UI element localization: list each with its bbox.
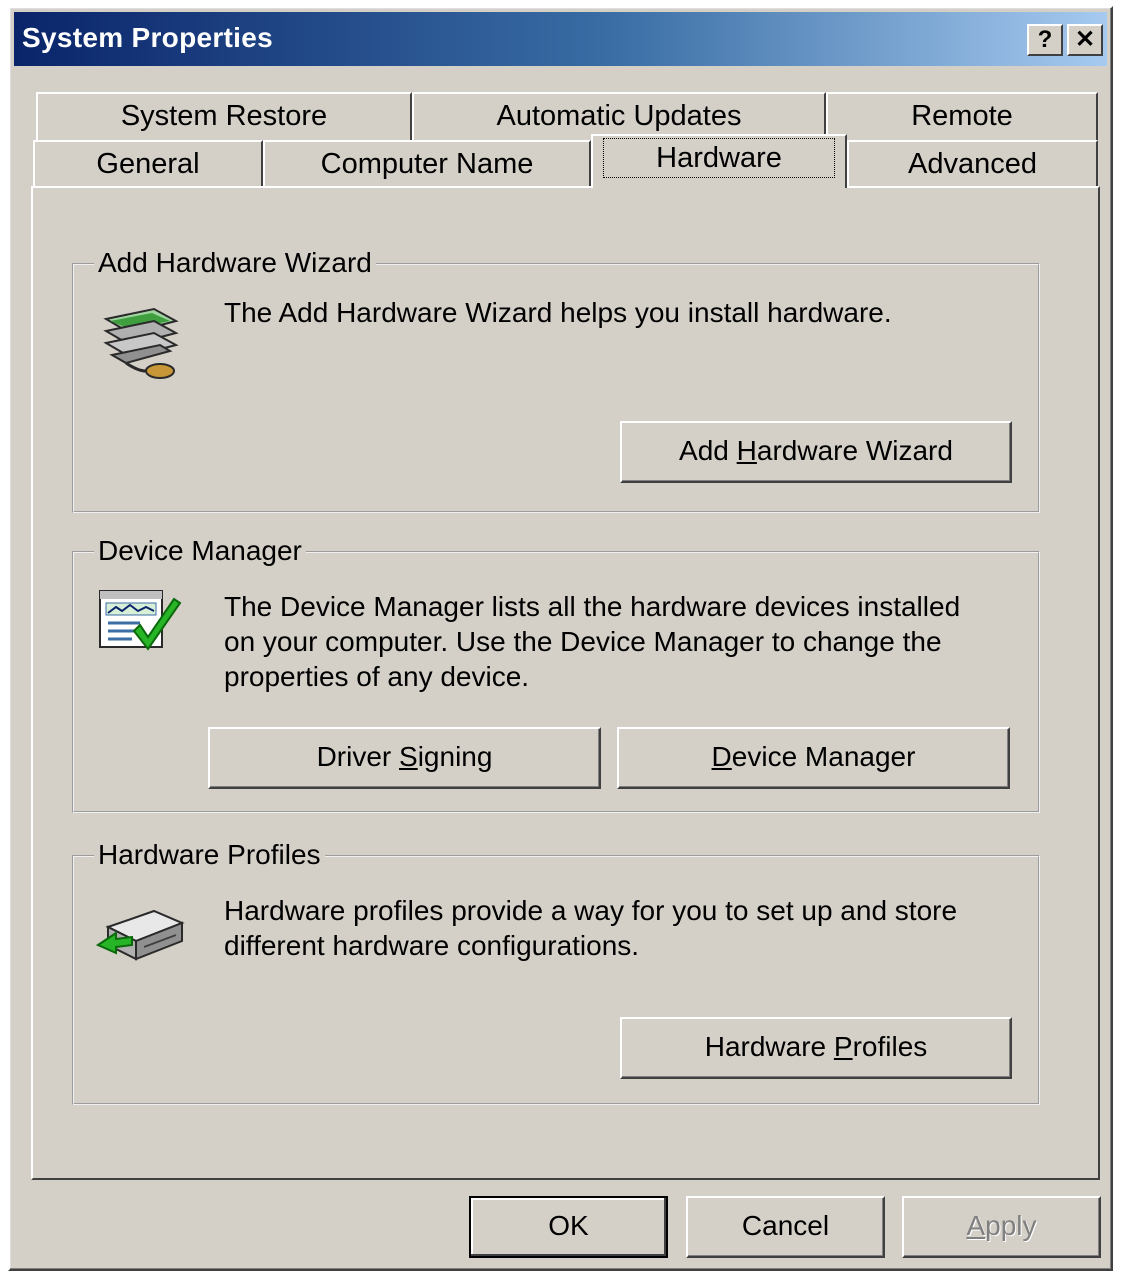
add-hardware-wizard-button[interactable]: Add Hardware Wizard <box>620 421 1012 483</box>
device-manager-button[interactable]: Device Manager <box>617 727 1010 789</box>
cancel-button[interactable]: Cancel <box>686 1196 885 1258</box>
button-label-mnemonic: A <box>966 1210 986 1241</box>
description-line: Hardware profiles provide a way for you … <box>224 895 958 926</box>
tab-label: Advanced <box>908 148 1037 180</box>
tab-label: Automatic Updates <box>496 100 742 132</box>
device-manager-description: The Device Manager lists all the hardwar… <box>224 589 960 694</box>
button-label-post: rofiles <box>852 1031 928 1062</box>
button-label-mnemonic: P <box>833 1031 853 1062</box>
window-title: System Properties <box>22 22 273 53</box>
apply-button[interactable]: Apply <box>902 1196 1101 1258</box>
description-line: on your computer. Use the Device Manager… <box>224 626 942 657</box>
tab-remote[interactable]: Remote <box>826 92 1098 140</box>
button-label-pre: Driver <box>316 741 400 772</box>
button-label-post: ardware Wizard <box>756 435 953 466</box>
tab-automatic-updates[interactable]: Automatic Updates <box>412 92 826 140</box>
group-legend: Add Hardware Wizard <box>94 247 376 279</box>
button-label-pre: Add <box>679 435 737 466</box>
hardware-profiles-group: Hardware Profiles Hardware profiles prov… <box>72 839 1040 1105</box>
tab-computer-name[interactable]: Computer Name <box>263 140 591 188</box>
button-label-post: pply <box>985 1210 1037 1241</box>
button-label: Cancel <box>741 1210 830 1241</box>
button-label-post: evice Manager <box>731 741 916 772</box>
close-icon: ✕ <box>1074 26 1096 53</box>
button-label-mnemonic: H <box>736 435 757 466</box>
device-manager-icon <box>99 590 182 651</box>
button-label: OK <box>548 1210 589 1241</box>
close-button[interactable]: ✕ <box>1067 24 1103 56</box>
device-manager-group: Device Manager The Device Manager lists … <box>72 535 1040 813</box>
help-icon: ? <box>1037 26 1053 53</box>
hardware-profiles-description: Hardware profiles provide a way for you … <box>224 893 957 963</box>
tab-label: Computer Name <box>320 148 534 180</box>
ok-button[interactable]: OK <box>469 1196 668 1258</box>
add-hardware-description: The Add Hardware Wizard helps you instal… <box>224 297 892 328</box>
description-line: The Device Manager lists all the hardwar… <box>224 591 961 622</box>
tab-general[interactable]: General <box>33 140 263 188</box>
tab-label: General <box>96 148 200 180</box>
group-legend: Hardware Profiles <box>94 839 325 871</box>
tab-label: Hardware <box>603 138 835 178</box>
tab-hardware[interactable]: Hardware <box>591 134 847 188</box>
button-label-mnemonic: S <box>399 741 418 772</box>
description-line: different hardware configurations. <box>224 930 640 961</box>
hardware-profiles-button[interactable]: Hardware Profiles <box>620 1017 1012 1079</box>
driver-signing-button[interactable]: Driver Signing <box>208 727 601 789</box>
tab-label: Remote <box>911 100 1013 132</box>
tab-system-restore[interactable]: System Restore <box>36 92 412 140</box>
help-button[interactable]: ? <box>1027 24 1063 56</box>
title-bar[interactable]: System Properties ? ✕ <box>14 12 1107 66</box>
group-legend: Device Manager <box>94 535 306 567</box>
button-label-post: igning <box>417 741 493 772</box>
description-line: properties of any device. <box>224 661 530 692</box>
tab-advanced[interactable]: Advanced <box>847 140 1098 188</box>
button-label-mnemonic: D <box>711 741 732 772</box>
tab-label: System Restore <box>120 100 328 132</box>
hardware-tab-panel: Add Hardware Wizard The Add Hardware Wiz… <box>31 186 1100 1180</box>
hardware-profiles-icon <box>96 909 185 961</box>
hardware-wizard-icon <box>103 307 179 379</box>
add-hardware-group: Add Hardware Wizard The Add Hardware Wiz… <box>72 247 1040 513</box>
button-label-pre: Hardware <box>704 1031 834 1062</box>
